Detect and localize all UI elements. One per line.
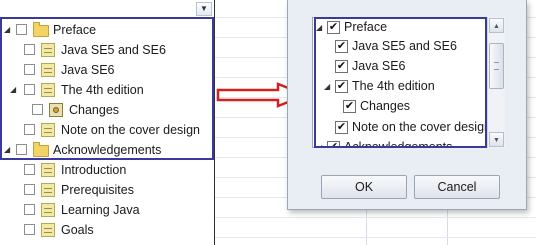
row-checkbox[interactable] (24, 164, 35, 175)
row-label: Goals (61, 223, 94, 237)
document-icon (41, 163, 55, 177)
column-dropdown-button[interactable]: ▼ (196, 2, 212, 16)
row-label: Prerequisites (61, 183, 134, 197)
grid-header (0, 0, 215, 18)
document-icon (41, 203, 55, 217)
row-checkbox[interactable] (24, 204, 35, 215)
tree-row-prerequisites[interactable]: Prerequisites (0, 180, 214, 200)
ok-button[interactable]: OK (321, 175, 407, 199)
grid-line (215, 237, 536, 238)
cancel-button[interactable]: Cancel (414, 175, 500, 199)
row-checkbox[interactable] (24, 184, 35, 195)
row-label: Introduction (61, 163, 127, 177)
document-icon (41, 183, 55, 197)
row-checkbox[interactable] (24, 224, 35, 235)
document-icon (41, 223, 55, 237)
pane-divider (214, 0, 215, 245)
row-label: Learning Java (61, 203, 140, 217)
vertical-scrollbar[interactable]: ▲ ▼ (487, 17, 505, 148)
highlight-box-dialog (314, 17, 487, 148)
highlight-box-tree (0, 17, 214, 160)
tree-row-goals[interactable]: Goals (0, 220, 214, 240)
scroll-up-icon[interactable]: ▲ (489, 18, 504, 33)
tree-row-introduction[interactable]: Introduction (0, 160, 214, 180)
grid-line (215, 217, 536, 218)
tree-row-learning-java[interactable]: Learning Java (0, 200, 214, 220)
scrollbar-thumb[interactable] (489, 43, 504, 89)
scroll-down-icon[interactable]: ▼ (489, 132, 504, 147)
